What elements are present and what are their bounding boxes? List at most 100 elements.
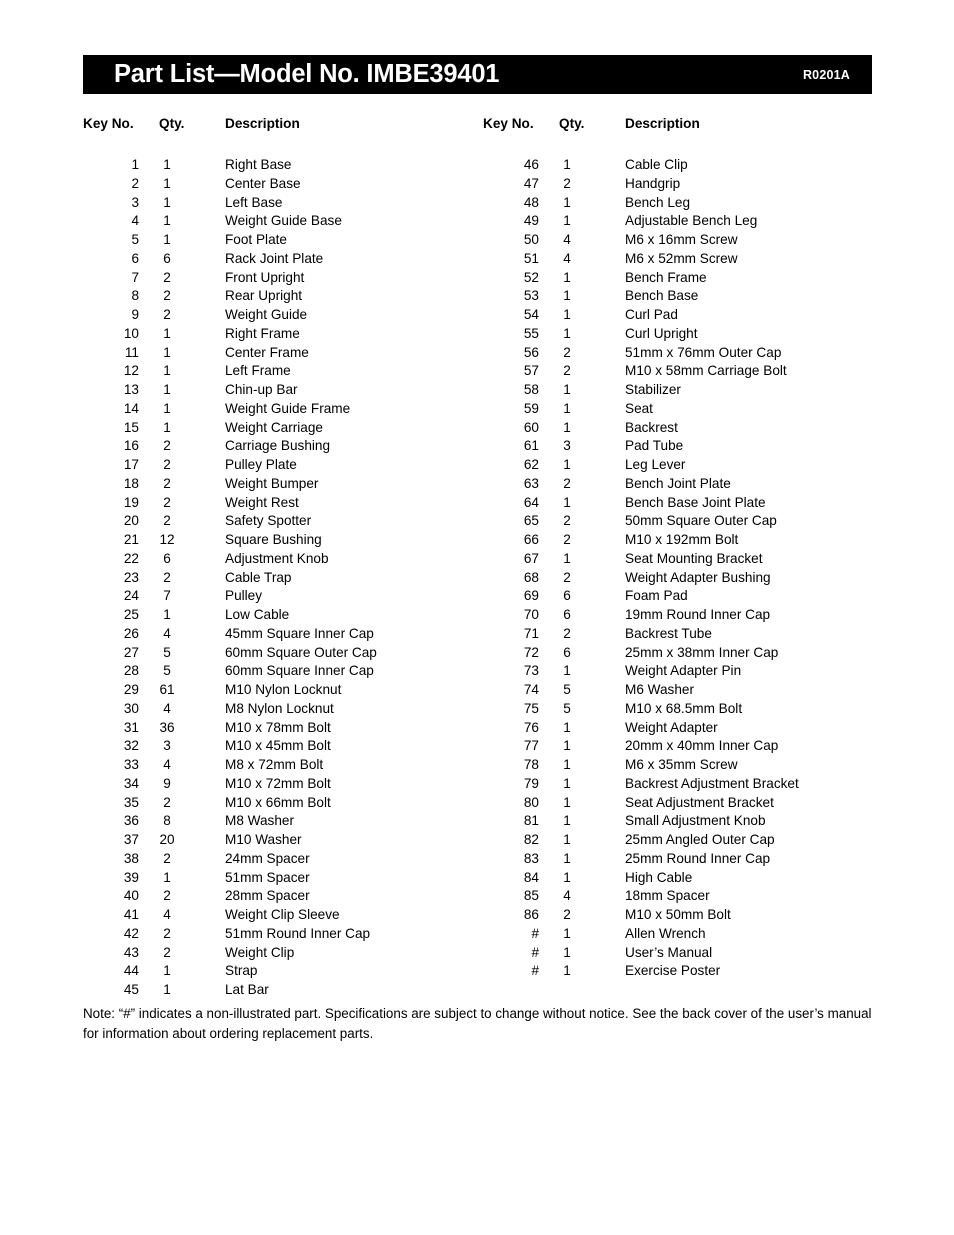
cell-qty: 1 (563, 457, 571, 472)
cell-key-no: 15 (123, 419, 139, 435)
cell-qty: 1 (563, 719, 571, 735)
cell-qty: 1 (163, 213, 171, 229)
cell-description: Seat (625, 400, 653, 416)
cell-description: 24mm Spacer (225, 850, 310, 866)
cell-key-no: # (531, 944, 539, 960)
cell-key-no: 51 (523, 250, 539, 266)
cell-key-no: # (531, 925, 539, 941)
cell-qty: 4 (563, 232, 571, 247)
cell-description: Left Frame (225, 363, 291, 379)
cell-description: 50mm Square Outer Cap (625, 513, 777, 529)
cell-description: Bench Joint Plate (625, 475, 731, 491)
cell-description: Bench Leg (625, 194, 691, 210)
cell-key-no: 17 (123, 457, 139, 472)
table-row: 26 4 45mm Square Inner Cap (83, 625, 483, 644)
table-row: 13 1 Chin-up Bar (83, 381, 483, 400)
cell-description: Adjustable Bench Leg (625, 213, 758, 229)
cell-description: Weight Guide Base (225, 213, 342, 229)
table-row: 14 1 Weight Guide Frame (83, 400, 483, 419)
cell-qty: 1 (163, 232, 171, 247)
cell-description: M6 Washer (625, 682, 694, 697)
cell-description: High Cable (625, 869, 693, 885)
table-row: 46 1 Cable Clip (483, 156, 883, 175)
cell-qty: 1 (563, 850, 571, 866)
cell-key-no: 35 (123, 794, 139, 810)
cell-key-no: 79 (523, 775, 539, 791)
cell-key-no: 67 (523, 550, 539, 566)
table-row: 82 1 25mm Angled Outer Cap (483, 831, 883, 850)
cell-description: Weight Adapter Pin (625, 663, 742, 679)
cell-key-no: 8 (131, 288, 139, 304)
cell-key-no: 7 (131, 269, 139, 285)
table-row: 65 2 50mm Square Outer Cap (483, 512, 883, 531)
cell-description: M8 Nylon Locknut (225, 700, 334, 716)
cell-description: Front Upright (225, 269, 305, 285)
table-row: 29 61 M10 Nylon Locknut (83, 681, 483, 700)
cell-qty: 2 (563, 475, 571, 491)
cell-key-no: 21 (123, 532, 139, 547)
cell-key-no: 55 (523, 325, 539, 341)
cell-key-no: 28 (123, 663, 139, 679)
cell-qty: 6 (163, 550, 171, 566)
cell-qty: 1 (563, 663, 571, 679)
cell-qty: 5 (163, 663, 171, 679)
cell-qty: 8 (163, 813, 171, 829)
cell-description: Center Frame (225, 344, 309, 360)
cell-qty: 2 (163, 569, 171, 585)
cell-qty: 4 (563, 250, 571, 266)
cell-qty: 2 (563, 513, 571, 529)
table-row: 32 3 M10 x 45mm Bolt (83, 737, 483, 756)
table-row: 3 1 Left Base (83, 194, 483, 213)
cell-qty: 2 (163, 850, 171, 866)
table-row: 56 2 51mm x 76mm Outer Cap (483, 344, 883, 363)
cell-description: M6 x 52mm Screw (625, 250, 738, 266)
cell-key-no: 26 (123, 625, 139, 641)
cell-qty: 2 (563, 532, 571, 547)
table-row: 58 1 Stabilizer (483, 381, 883, 400)
cell-key-no: 13 (123, 382, 139, 397)
cell-description: Adjustment Knob (225, 550, 329, 566)
cell-qty: 1 (563, 738, 571, 754)
table-row: 70 6 19mm Round Inner Cap (483, 606, 883, 625)
cell-qty: 1 (163, 400, 171, 416)
table-row: 83 1 25mm Round Inner Cap (483, 850, 883, 869)
cell-description: Handgrip (625, 175, 681, 191)
table-row: 28 5 60mm Square Inner Cap (83, 662, 483, 681)
cell-description: 19mm Round Inner Cap (625, 607, 771, 622)
cell-qty: 6 (563, 607, 571, 622)
cell-qty: 1 (163, 982, 171, 997)
cell-key-no: 69 (523, 588, 539, 604)
cell-description: Bench Base (625, 288, 699, 304)
cell-key-no: 83 (523, 850, 539, 866)
cell-qty: 5 (563, 700, 571, 716)
cell-description: M6 x 16mm Screw (625, 232, 738, 247)
table-row: 2 1 Center Base (83, 175, 483, 194)
parts-table: Key No. Qty. Description Key No. Qty. De… (83, 116, 883, 997)
table-row: 9 2 Weight Guide (83, 306, 483, 325)
cell-qty: 1 (563, 925, 571, 941)
table-row: 78 1 M6 x 35mm Screw (483, 756, 883, 775)
cell-qty: 1 (163, 363, 171, 379)
cell-qty: 1 (563, 832, 571, 847)
cell-key-no: 18 (123, 475, 139, 491)
cell-key-no: 63 (523, 475, 539, 491)
cell-qty: 1 (563, 269, 571, 285)
cell-description: M10 Washer (225, 832, 302, 847)
table-row: 11 1 Center Frame (83, 344, 483, 363)
table-row: 24 7 Pulley (83, 587, 483, 606)
cell-description: Curl Pad (625, 307, 678, 322)
page-title: Part List—Model No. IMBE39401 (114, 60, 500, 88)
cell-description: Safety Spotter (225, 513, 312, 529)
cell-qty: 5 (563, 682, 571, 697)
table-row: 42 2 51mm Round Inner Cap (83, 925, 483, 944)
cell-key-no: 72 (523, 644, 539, 660)
cell-description: Square Bushing (225, 532, 322, 547)
cell-key-no: 48 (523, 194, 539, 210)
cell-description: Seat Adjustment Bracket (625, 794, 774, 810)
cell-key-no: 27 (123, 644, 139, 660)
table-row: 64 1 Bench Base Joint Plate (483, 494, 883, 513)
cell-qty: 6 (563, 644, 571, 660)
cell-key-no: 66 (523, 532, 539, 547)
cell-qty: 1 (163, 157, 171, 172)
table-row: 57 2 M10 x 58mm Carriage Bolt (483, 362, 883, 381)
